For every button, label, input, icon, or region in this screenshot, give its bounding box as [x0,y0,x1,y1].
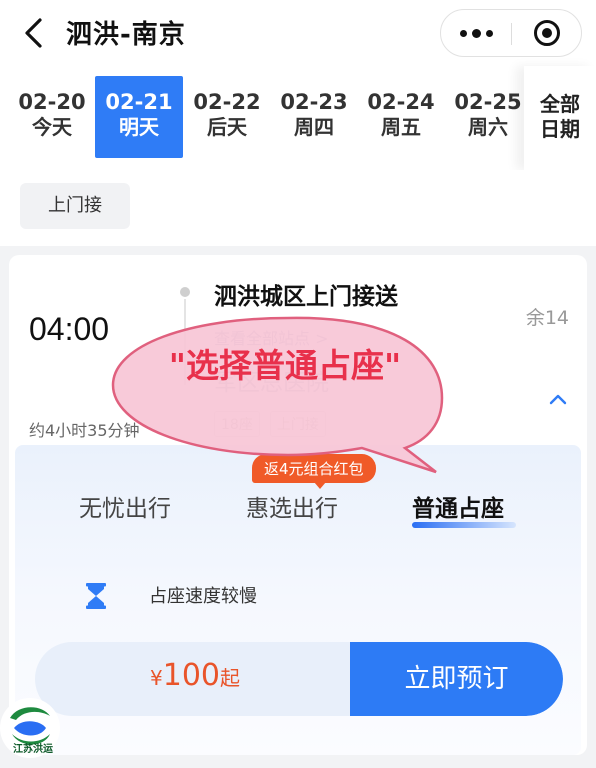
all-dates-button[interactable]: 全部 日期 [524,66,596,170]
date-label: 02-23 [280,90,348,114]
speed-note: 占座速度较慢 [149,586,257,607]
date-label: 02-24 [367,90,435,114]
date-selector: 02-20 今天 02-21 明天 02-22 后天 02-23 周四 02-2… [0,66,596,170]
close-mini-program-icon[interactable] [534,20,560,46]
nav-bar: 泗洪-南京 [0,0,596,66]
weekday-label: 周四 [294,115,334,139]
date-option-0[interactable]: 02-20 今天 [8,76,96,158]
weekday-label: 今天 [32,115,72,139]
hourglass-icon [86,583,106,609]
date-option-5[interactable]: 02-25 周六 [444,76,532,158]
annotation-text: "选择普通占座" [168,346,402,385]
ticket-options-panel: 无忧出行 惠选出行 普通占座 返4元组合红包 占座速度较慢 ¥100起 立即预订 [15,445,581,755]
trip-tags: 18座 上门接 [214,411,326,437]
booking-bar: ¥100起 立即预订 [35,642,563,716]
all-dates-label-1: 全部 [540,92,580,116]
back-arrow-icon[interactable] [18,14,50,52]
date-label: 02-20 [18,90,86,114]
price-currency: ¥ [150,666,163,690]
chevron-up-icon[interactable] [548,392,568,406]
trip-duration: 约4小时35分钟 [29,421,140,440]
date-option-3[interactable]: 02-23 周四 [270,76,358,158]
more-options-icon[interactable] [441,10,511,56]
filter-row: 上门接 [0,170,596,246]
departure-time: 04:00 [29,311,110,347]
mini-program-capsule [440,9,582,57]
all-dates-label-2: 日期 [540,117,580,141]
route-start-dot [180,287,190,297]
promo-badge: 返4元组合红包 [252,454,376,489]
date-option-2[interactable]: 02-22 后天 [183,76,271,158]
weekday-label: 后天 [207,115,247,139]
capsule-divider [511,23,512,45]
selected-tab-indicator [412,522,516,528]
weekday-label: 周五 [381,115,421,139]
price-suffix: 起 [220,666,240,690]
seats-left: 余14 [525,307,569,329]
price-value: 100 [162,658,220,693]
date-label: 02-21 [105,90,173,114]
pickup-tag: 上门接 [269,411,326,437]
page-title: 泗洪-南京 [66,20,186,50]
date-option-1[interactable]: 02-21 明天 [95,76,183,158]
trip-card[interactable]: 04:00 泗洪城区上门接送 查看全部站点 > 军区总医院 18座 上门接 余1… [9,255,587,755]
weekday-label: 周六 [468,115,508,139]
tab-worry-free[interactable]: 无忧出行 [79,489,171,523]
date-label: 02-22 [193,90,261,114]
filter-chip-door-pickup[interactable]: 上门接 [20,183,130,229]
company-logo-text: 江苏洪运 [13,744,53,755]
book-now-button[interactable]: 立即预订 [350,642,563,716]
date-label: 02-25 [454,90,522,114]
seat-count-tag: 18座 [214,411,260,437]
price: ¥100起 [150,658,240,693]
company-logo [0,698,60,758]
weekday-label: 明天 [119,115,159,139]
date-option-4[interactable]: 02-24 周五 [357,76,445,158]
tab-standard-seat[interactable]: 普通占座 [412,489,504,523]
route-name: 泗洪城区上门接送 [214,284,398,310]
tab-value-select[interactable]: 惠选出行 [246,489,338,523]
